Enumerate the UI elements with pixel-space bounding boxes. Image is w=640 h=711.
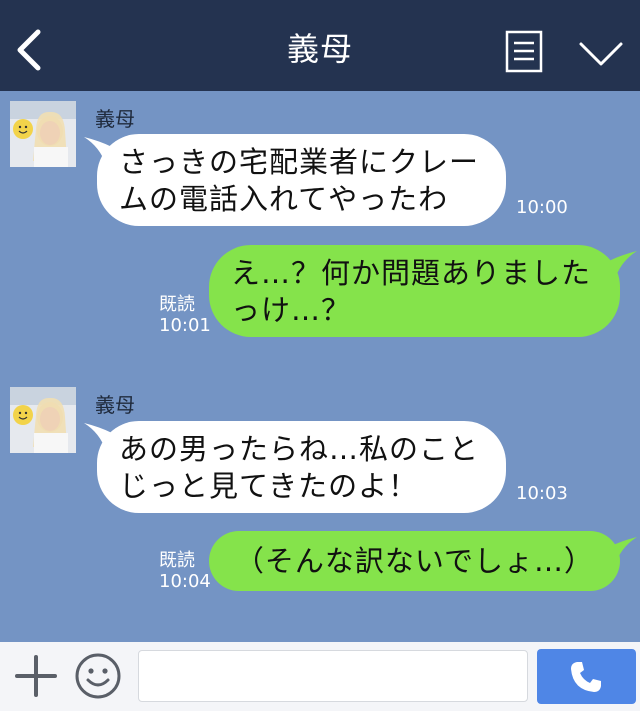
read-label: 既読 — [159, 294, 195, 315]
message-line: っけ…？ — [231, 293, 352, 327]
sender-name: 義母 — [95, 393, 135, 417]
message-time: 10:01 — [159, 315, 211, 336]
message-line: （そんな訳ないでしょ…） — [234, 544, 595, 578]
message-bubble-outgoing[interactable]: （そんな訳ないでしょ…） — [209, 531, 620, 591]
message-time: 10:03 — [516, 483, 568, 504]
chat-title: 義母 — [286, 30, 353, 68]
message-time: 10:04 — [159, 571, 211, 592]
profile-photo-icon — [10, 101, 76, 167]
message-composer — [0, 642, 640, 711]
read-receipt: 既読 10:04 — [159, 550, 211, 592]
profile-photo-icon — [10, 387, 76, 453]
plus-icon[interactable] — [14, 654, 58, 698]
bubble-tail — [609, 537, 637, 565]
call-button[interactable] — [537, 649, 636, 704]
message-time: 10:00 — [516, 197, 568, 218]
avatar[interactable] — [10, 101, 76, 167]
sender-name: 義母 — [95, 107, 135, 131]
read-receipt: 既読 10:01 — [159, 294, 211, 336]
chevron-down-icon[interactable] — [578, 40, 624, 68]
message-list[interactable]: 義母 さっきの宅配業者にクレー ムの電話入れてやったわ 10:00 既読 10:… — [0, 91, 640, 642]
message-line: え…？何か問題ありました — [231, 256, 592, 290]
message-bubble-incoming[interactable]: あの男ったらね…私のこと じっと見てきたのよ！ — [97, 421, 506, 513]
smiley-icon[interactable] — [74, 652, 122, 700]
message-line: さっきの宅配業者にクレー — [119, 145, 480, 179]
read-label: 既読 — [159, 550, 195, 571]
message-line: あの男ったらね…私のこと — [119, 432, 480, 466]
avatar[interactable] — [10, 387, 76, 453]
message-line: じっと見てきたのよ！ — [119, 469, 419, 503]
message-input[interactable] — [138, 650, 528, 702]
chat-header: 義母 — [0, 0, 640, 91]
message-bubble-outgoing[interactable]: え…？何か問題ありました っけ…？ — [209, 245, 620, 337]
message-line: ムの電話入れてやったわ — [119, 182, 449, 216]
phone-icon — [571, 662, 601, 692]
bubble-tail — [609, 251, 637, 279]
message-bubble-incoming[interactable]: さっきの宅配業者にクレー ムの電話入れてやったわ — [97, 134, 506, 226]
notes-icon[interactable] — [505, 30, 543, 73]
